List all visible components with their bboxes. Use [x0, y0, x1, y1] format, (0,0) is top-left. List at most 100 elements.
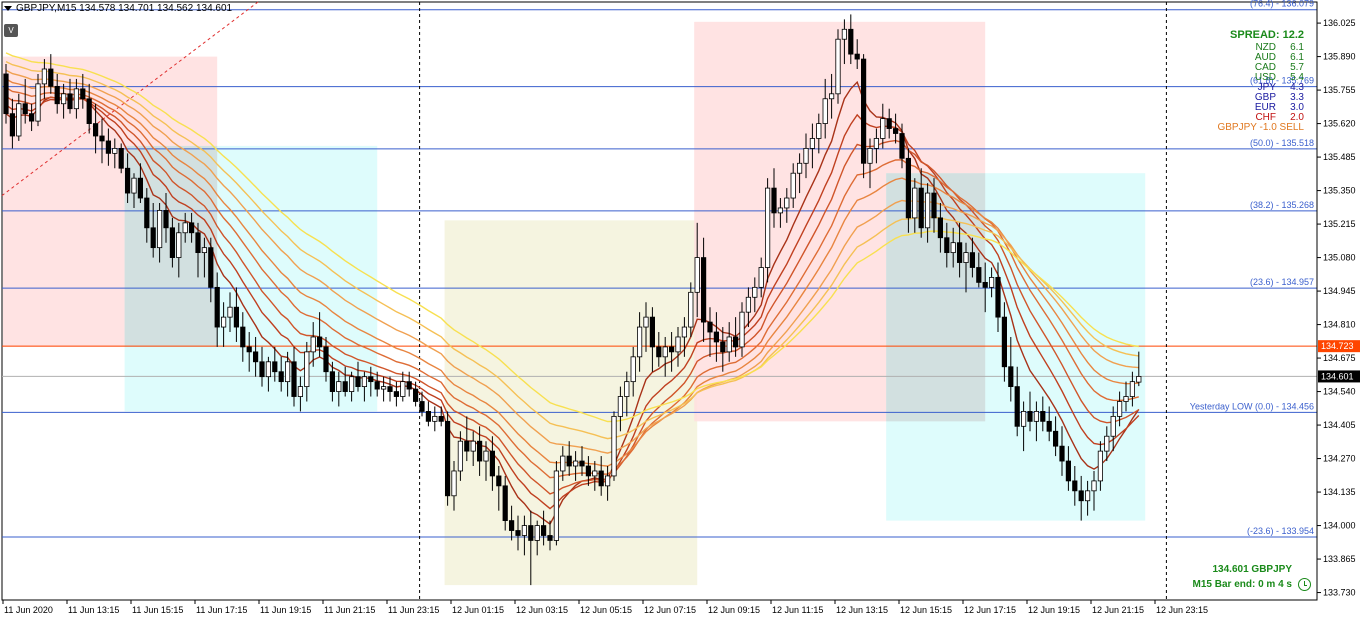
- bull-candle: [822, 98, 828, 124]
- bull-candle: [304, 351, 310, 388]
- x-tick-label: 11 Jun 17:15: [196, 605, 247, 615]
- zone-box: [444, 220, 698, 586]
- bear-candle: [1014, 386, 1020, 427]
- bear-candle: [28, 113, 35, 122]
- currency-strength-list: NZD 6.1 AUD 6.1 CAD 5.7 USD 5.4 JPY 4.3 GBP 3.3 EUR 3…: [1217, 43, 1304, 123]
- bear-candle: [937, 217, 944, 239]
- bear-candle: [669, 346, 675, 353]
- bear-candle: [508, 520, 515, 531]
- bull-candle: [630, 356, 636, 383]
- bear-candle: [566, 455, 572, 467]
- bear-candle: [720, 341, 726, 353]
- x-tick-label: 11 Jun 21:15: [324, 605, 375, 615]
- bear-candle: [905, 157, 912, 219]
- bear-candle: [502, 485, 508, 521]
- bear-candle: [918, 187, 924, 229]
- bull-candle: [534, 525, 540, 541]
- bear-candle: [374, 381, 380, 390]
- bear-candle: [656, 346, 662, 358]
- spread-panel: SPREAD: 12.2 NZD 6.1 AUD 6.1 CAD 5.7 USD 5.4 JPY…: [1217, 30, 1304, 133]
- fib-level-label: (50.0) - 135.518: [1250, 138, 1314, 148]
- bear-candle: [67, 93, 73, 110]
- x-tick-label: 12 Jun 05:15: [580, 605, 632, 615]
- y-tick-label: 134.000: [1323, 521, 1356, 531]
- y-tick-label: 136.025: [1323, 18, 1356, 28]
- bear-candle: [316, 336, 323, 348]
- y-tick-label: 135.215: [1323, 219, 1356, 229]
- y-tick-label: 134.540: [1323, 387, 1356, 397]
- bear-candle: [1059, 445, 1065, 462]
- bear-candle: [854, 53, 860, 60]
- x-tick-label: 12 Jun 13:15: [836, 605, 888, 615]
- bear-candle: [1008, 366, 1014, 388]
- fib-level-label: (38.2) - 135.268: [1250, 200, 1314, 210]
- bull-candle: [841, 28, 848, 40]
- bear-candle: [259, 361, 265, 378]
- bear-candle: [579, 460, 585, 467]
- bull-candle: [457, 440, 464, 472]
- bull-candle: [803, 147, 809, 164]
- bull-candle: [662, 346, 668, 358]
- bull-candle: [790, 172, 796, 199]
- bull-candle: [131, 177, 137, 194]
- x-tick-label: 12 Jun 21:15: [1092, 605, 1144, 615]
- bear-candle: [1053, 430, 1059, 447]
- bull-candle: [912, 187, 918, 219]
- x-tick-label: 12 Jun 01:15: [452, 605, 504, 615]
- price-chart[interactable]: (76.4) - 136.079(61.8) - 135.769(50.0) -…: [0, 0, 1362, 621]
- bull-candle: [809, 138, 816, 149]
- bear-candle: [144, 197, 150, 229]
- bull-candle: [1104, 435, 1110, 452]
- bear-candle: [272, 361, 278, 373]
- bear-candle: [9, 113, 15, 137]
- bear-candle: [22, 103, 28, 115]
- x-tick-label: 11 Jun 19:15: [260, 605, 311, 615]
- bull-candle: [1021, 411, 1027, 427]
- bear-candle: [995, 277, 1001, 318]
- x-tick-label: 12 Jun 15:15: [900, 605, 952, 615]
- bear-candle: [886, 118, 892, 129]
- bear-candle: [406, 381, 412, 390]
- bear-candle: [137, 177, 143, 199]
- bull-candle: [361, 376, 368, 388]
- bull-candle: [336, 381, 342, 392]
- bear-candle: [1065, 460, 1071, 482]
- bear-candle: [1027, 411, 1033, 422]
- y-tick-label: 135.080: [1323, 253, 1356, 263]
- y-tick-label: 134.945: [1323, 286, 1356, 296]
- bull-candle: [592, 470, 598, 477]
- bull-candle: [624, 381, 630, 397]
- bull-candle: [829, 93, 835, 100]
- bull-candle: [963, 252, 969, 263]
- bear-candle: [329, 371, 336, 392]
- bear-candle: [1001, 316, 1008, 368]
- fib-level-label: Yesterday LOW (0.0) - 134.456: [1190, 401, 1314, 411]
- symbol-ohlc-text: GBPJPY,M15 134.578 134.701 134.562 134.6…: [16, 3, 233, 14]
- x-tick-label: 11 Jun 2020: [4, 605, 53, 615]
- bear-candle: [163, 210, 169, 229]
- bear-candle: [489, 450, 496, 477]
- bear-candle: [393, 391, 400, 397]
- x-tick-label: 11 Jun 23:15: [388, 605, 439, 615]
- bull-candle: [605, 475, 611, 487]
- v-toggle-button[interactable]: V: [4, 24, 18, 37]
- bull-candle: [1085, 490, 1091, 502]
- bottom-info: 134.601 GBPJPY M15 Bar end: 0 m 4 s: [1193, 562, 1292, 592]
- fib-level-label: (23.6) - 134.957: [1250, 277, 1314, 287]
- bear-candle: [169, 227, 175, 258]
- bull-candle: [1123, 396, 1129, 402]
- dropdown-triangle-icon[interactable]: [4, 5, 12, 11]
- bull-candle: [220, 316, 227, 328]
- y-tick-label: 135.620: [1323, 119, 1356, 129]
- bull-candle: [617, 396, 624, 417]
- bull-candle: [643, 316, 649, 328]
- bull-candle: [112, 147, 118, 154]
- bull-candle: [432, 415, 438, 422]
- bear-candle: [438, 415, 444, 422]
- bull-candle: [694, 257, 700, 293]
- bear-candle: [323, 346, 329, 373]
- y-tick-label: 135.755: [1323, 85, 1356, 95]
- bear-candle: [208, 247, 214, 288]
- x-tick-label: 12 Jun 17:15: [964, 605, 1016, 615]
- y-tick-label: 134.405: [1323, 420, 1356, 430]
